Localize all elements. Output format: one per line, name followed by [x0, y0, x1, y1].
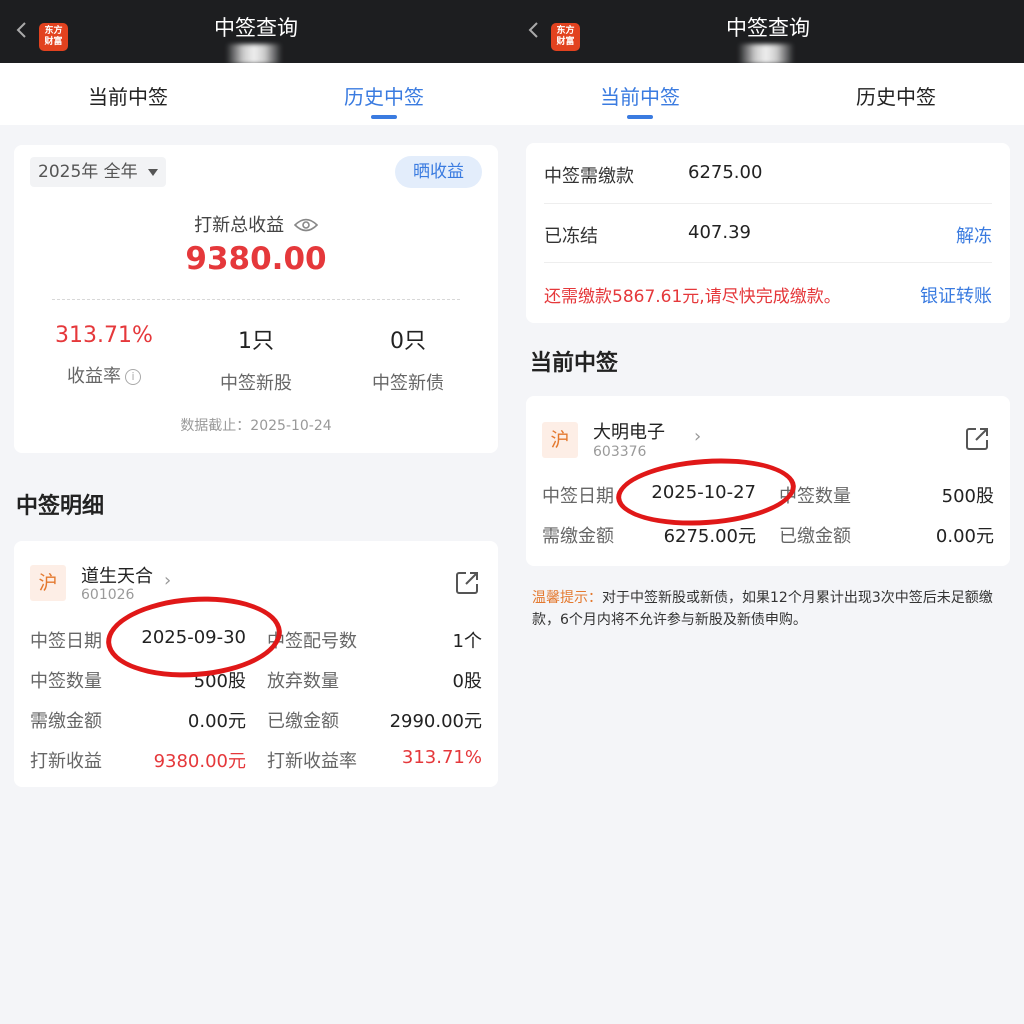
stat-label-row: 收益率 i — [29, 362, 179, 388]
row-value: 9380.00元 — [153, 751, 246, 772]
share-earnings-button[interactable]: 晒收益 — [395, 156, 482, 188]
payment-card: 中签需缴款 6275.00 已冻结 407.39 解冻 还需缴款5867.61元… — [526, 143, 1010, 323]
row-label: 中签日期 — [30, 631, 102, 652]
stat-new-bonds: 0只 中签新债 — [333, 323, 483, 395]
eye-icon[interactable] — [293, 217, 318, 233]
row-label: 需缴金额 — [542, 526, 614, 547]
tab-underline — [371, 115, 397, 119]
row-value: 1个 — [452, 631, 482, 652]
external-link-icon[interactable] — [964, 426, 990, 452]
stat-value: 0只 — [390, 329, 426, 354]
tab-current-label: 当前中签 — [600, 85, 680, 109]
row-value: 0股 — [452, 671, 482, 692]
row-label: 需缴金额 — [30, 711, 102, 732]
year-filter-value: 2025年 全年 — [38, 162, 138, 182]
row-label: 中签数量 — [30, 671, 102, 692]
unfreeze-link[interactable]: 解冻 — [956, 222, 992, 248]
stock-name[interactable]: 大明电子 — [593, 418, 665, 444]
right-screen: 东方 财富 中签查询 当前中签 历史中签 中签需缴款 6275.00 已冻结 40… — [512, 0, 1024, 1024]
payment-due-value: 6275.00 — [688, 162, 763, 183]
row-value: 500股 — [941, 486, 994, 507]
row-label: 中签日期 — [542, 486, 614, 507]
chevron-right-icon[interactable]: › — [164, 570, 171, 591]
tab-history[interactable]: 历史中签 — [256, 81, 512, 119]
payment-warning: 还需缴款5867.61元,请尽快完成缴款。 — [544, 287, 841, 307]
left-screen: 东方 财富 中签查询 当前中签 历史中签 2025年 全年 晒收益 打新总收益 9… — [0, 0, 512, 1024]
detail-section-title: 中签明细 — [16, 494, 105, 519]
stat-value: 313.71% — [55, 323, 153, 348]
stock-detail-card[interactable]: 沪 道生天合 601026 › 中签日期 2025-09-30 中签配号数 1个… — [14, 541, 498, 787]
divider — [544, 203, 992, 204]
blurred-account — [226, 44, 282, 64]
total-earnings-label: 打新总收益 — [194, 215, 285, 236]
row-value: 0.00元 — [187, 711, 246, 732]
tab-underline — [627, 115, 653, 119]
title-bar: 东方 财富 中签查询 — [0, 0, 512, 64]
exchange-badge: 沪 — [542, 422, 578, 458]
data-cutoff-date: 数据截止：2025-10-24 — [180, 418, 332, 434]
frozen-value: 407.39 — [688, 222, 751, 243]
tab-current[interactable]: 当前中签 — [512, 81, 768, 119]
payment-due-label: 中签需缴款 — [544, 166, 634, 187]
info-icon[interactable]: i — [125, 369, 141, 385]
bank-transfer-link[interactable]: 银证转账 — [920, 282, 992, 308]
divider — [544, 262, 992, 263]
warm-tip: 温馨提示：对于中签新股或新债，如果12个月累计出现3次中签后未足额缴款，6个月内… — [532, 587, 1012, 631]
tab-bar: 当前中签 历史中签 — [512, 63, 1024, 125]
row-label: 打新收益 — [30, 751, 102, 772]
current-section-title: 当前中签 — [530, 351, 619, 376]
row-label: 已缴金额 — [779, 526, 851, 547]
stat-label: 中签新股 — [220, 373, 292, 394]
caret-down-icon — [147, 168, 158, 176]
tip-heading: 温馨提示： — [532, 590, 602, 606]
stat-new-stocks: 1只 中签新股 — [181, 323, 331, 395]
tab-history-label: 历史中签 — [344, 85, 424, 109]
tab-current[interactable]: 当前中签 — [0, 81, 256, 110]
page-title: 中签查询 — [214, 16, 298, 40]
tab-history-label: 历史中签 — [856, 85, 936, 109]
total-earnings-label-row: 打新总收益 — [14, 211, 498, 237]
stat-label: 中签新债 — [372, 373, 444, 394]
summary-card: 2025年 全年 晒收益 打新总收益 9380.00 313.71% 收益率 i … — [14, 145, 498, 453]
row-value: 2990.00元 — [389, 711, 482, 732]
stat-value: 1只 — [238, 329, 274, 354]
frozen-label: 已冻结 — [544, 226, 598, 247]
stock-name[interactable]: 道生天合 — [81, 562, 153, 588]
dashed-divider — [52, 299, 460, 300]
row-value: 0.00元 — [935, 526, 994, 547]
row-value: 313.71% — [401, 747, 482, 768]
tab-current-label: 当前中签 — [88, 85, 168, 109]
row-label: 打新收益率 — [267, 751, 357, 772]
year-filter-dropdown[interactable]: 2025年 全年 — [30, 157, 166, 187]
row-value: 6275.00元 — [663, 526, 756, 547]
chevron-right-icon[interactable]: › — [694, 426, 701, 447]
tab-bar: 当前中签 历史中签 — [0, 63, 512, 125]
stat-return-rate: 313.71% 收益率 i — [29, 323, 179, 388]
row-label: 已缴金额 — [267, 711, 339, 732]
row-label: 放弃数量 — [267, 671, 339, 692]
page-title: 中签查询 — [726, 16, 810, 40]
tab-history[interactable]: 历史中签 — [768, 81, 1024, 110]
blurred-account — [738, 44, 794, 64]
exchange-badge: 沪 — [30, 565, 66, 601]
stock-code: 601026 — [81, 587, 135, 603]
external-link-icon[interactable] — [454, 570, 480, 596]
tip-body: 对于中签新股或新债，如果12个月累计出现3次中签后未足额缴款，6个月内将不允许参… — [532, 590, 993, 628]
stock-code: 603376 — [593, 444, 647, 460]
title-bar: 东方 财富 中签查询 — [512, 0, 1024, 64]
total-earnings-value: 9380.00 — [185, 241, 327, 277]
stat-label: 收益率 — [67, 366, 121, 387]
